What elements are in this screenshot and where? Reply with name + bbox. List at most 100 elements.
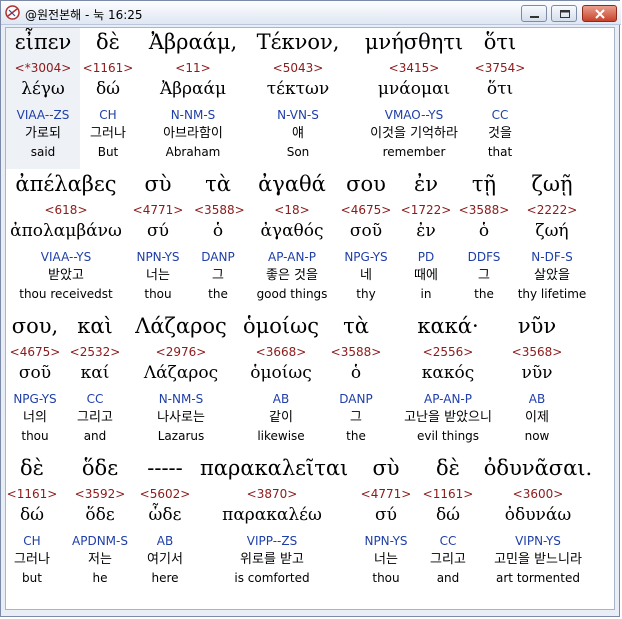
title-bar[interactable]: @원전본해 - 눅 16:25 [1, 1, 621, 25]
app-logo-icon [5, 5, 20, 20]
parsing-code: N-NM-S [158, 392, 204, 406]
greek-word: δὲ [436, 456, 460, 480]
korean-gloss: 그 [212, 268, 224, 283]
minimize-button[interactable] [521, 5, 547, 22]
strong-number: <4675> [340, 203, 392, 217]
english-gloss: thou [372, 571, 400, 585]
strong-number: <2532> [69, 345, 121, 359]
greek-word: ἀπέλαβες [15, 172, 117, 196]
maximize-button[interactable] [551, 5, 577, 22]
close-icon [595, 9, 605, 19]
interlinear-view[interactable]: εἶπεν <*3004> λέγω VIAA--ZS 가로되 said δὲ … [5, 27, 615, 610]
korean-gloss: 나사로는 [157, 410, 205, 425]
strong-number: <3588> [194, 203, 245, 217]
parsing-code: PD [417, 250, 435, 264]
lemma: Ἀβραάμ [159, 79, 227, 99]
lemma: νῦν [521, 363, 553, 383]
english-gloss: the [474, 287, 494, 301]
lemma: καί [80, 363, 110, 383]
strong-number: <618> [44, 203, 88, 217]
strong-number: <1722> [400, 203, 452, 217]
strong-number: <4771> [132, 203, 184, 217]
strong-number: <2222> [526, 203, 578, 217]
parsing-code: AP-AN-P [424, 392, 472, 406]
parsing-code: VIAA--YS [40, 250, 92, 264]
greek-word: σου [346, 172, 386, 196]
korean-gloss: 그러나 [90, 126, 126, 141]
greek-word: Τέκνον, [256, 30, 340, 54]
greek-word: κακά· [417, 314, 479, 338]
strong-number: <3592> [74, 487, 126, 501]
lemma: ἀγαθός [260, 221, 324, 241]
parsing-code: NPN-YS [136, 250, 180, 264]
greek-word: μνήσθητι [364, 30, 464, 54]
english-gloss: evil things [416, 429, 480, 443]
minimize-icon [530, 16, 539, 18]
english-gloss: that [487, 145, 513, 159]
lemma: Λάζαρος [143, 363, 219, 383]
greek-word: καὶ [77, 314, 113, 338]
english-gloss: the [208, 287, 228, 301]
lemma: δώ [19, 505, 45, 525]
lemma: σύ [147, 221, 169, 241]
lemma: λέγω [21, 79, 65, 99]
close-button[interactable] [582, 5, 617, 22]
parsing-code: AP-AN-P [268, 250, 316, 264]
strong-number: <4771> [360, 487, 412, 501]
greek-word: τὰ [343, 314, 369, 338]
korean-gloss: 너는 [374, 552, 398, 567]
greek-word: τῇ [471, 172, 497, 196]
strong-number: <18> [274, 203, 310, 217]
english-gloss: But [97, 145, 119, 159]
english-gloss: and [436, 571, 460, 585]
strong-number: <3588> [458, 203, 510, 217]
strong-number: <11> [175, 61, 211, 75]
parsing-code: CH [23, 534, 41, 548]
korean-gloss: 그 [478, 268, 490, 283]
parsing-code: DANP [339, 392, 373, 406]
parsing-code: CC [491, 108, 509, 122]
parsing-code: CC [86, 392, 104, 406]
strong-number: <3870> [246, 487, 298, 501]
parsing-code: VIAA--ZS [16, 108, 70, 122]
strong-number: <1161> [422, 487, 474, 501]
korean-gloss: 아브라함이 [163, 126, 223, 141]
english-gloss: likewise [257, 429, 305, 443]
greek-word: παρακαλεῖται [200, 456, 349, 480]
korean-gloss: 너는 [146, 268, 170, 283]
korean-gloss: 네 [360, 268, 372, 283]
korean-gloss: 그 [350, 410, 362, 425]
english-gloss: Abraham [165, 145, 221, 159]
greek-word: ὅδε [81, 456, 119, 480]
strong-number: <5602> [139, 487, 191, 501]
korean-gloss: 살았을 [534, 268, 570, 283]
korean-gloss: 여기서 [147, 552, 183, 567]
korean-gloss: 위로를 받고 [240, 552, 304, 567]
greek-word: σὺ [372, 456, 400, 480]
english-gloss: thy lifetime [517, 287, 587, 301]
greek-word: Λάζαρος [135, 314, 227, 338]
parsing-code: CC [439, 534, 457, 548]
greek-word: ὅτι [483, 30, 517, 54]
english-gloss: thou [144, 287, 172, 301]
parsing-code: NPG-YS [13, 392, 57, 406]
parsing-code: CH [99, 108, 117, 122]
lemma: ἐν [416, 221, 436, 241]
greek-word: ὀδυνᾶσαι. [483, 456, 593, 480]
parsing-code: VIPN-YS [515, 534, 561, 548]
english-gloss: thou [21, 429, 49, 443]
greek-word: δὲ [20, 456, 44, 480]
korean-gloss: 받았고 [48, 268, 84, 283]
korean-gloss: 그리고 [430, 552, 466, 567]
window-title: @원전본해 - 눅 16:25 [25, 8, 143, 22]
english-gloss: Lazarus [157, 429, 205, 443]
korean-gloss: 이것을 기억하라 [370, 126, 458, 141]
strong-number: <*3004> [14, 61, 72, 75]
strong-number: <3600> [512, 487, 564, 501]
lemma: σύ [375, 505, 397, 525]
lemma: ὁμοίως [250, 363, 312, 383]
english-gloss: good things [256, 287, 328, 301]
lemma: ζωή [535, 221, 569, 241]
english-gloss: and [83, 429, 107, 443]
greek-word: ζωῇ [531, 172, 573, 196]
